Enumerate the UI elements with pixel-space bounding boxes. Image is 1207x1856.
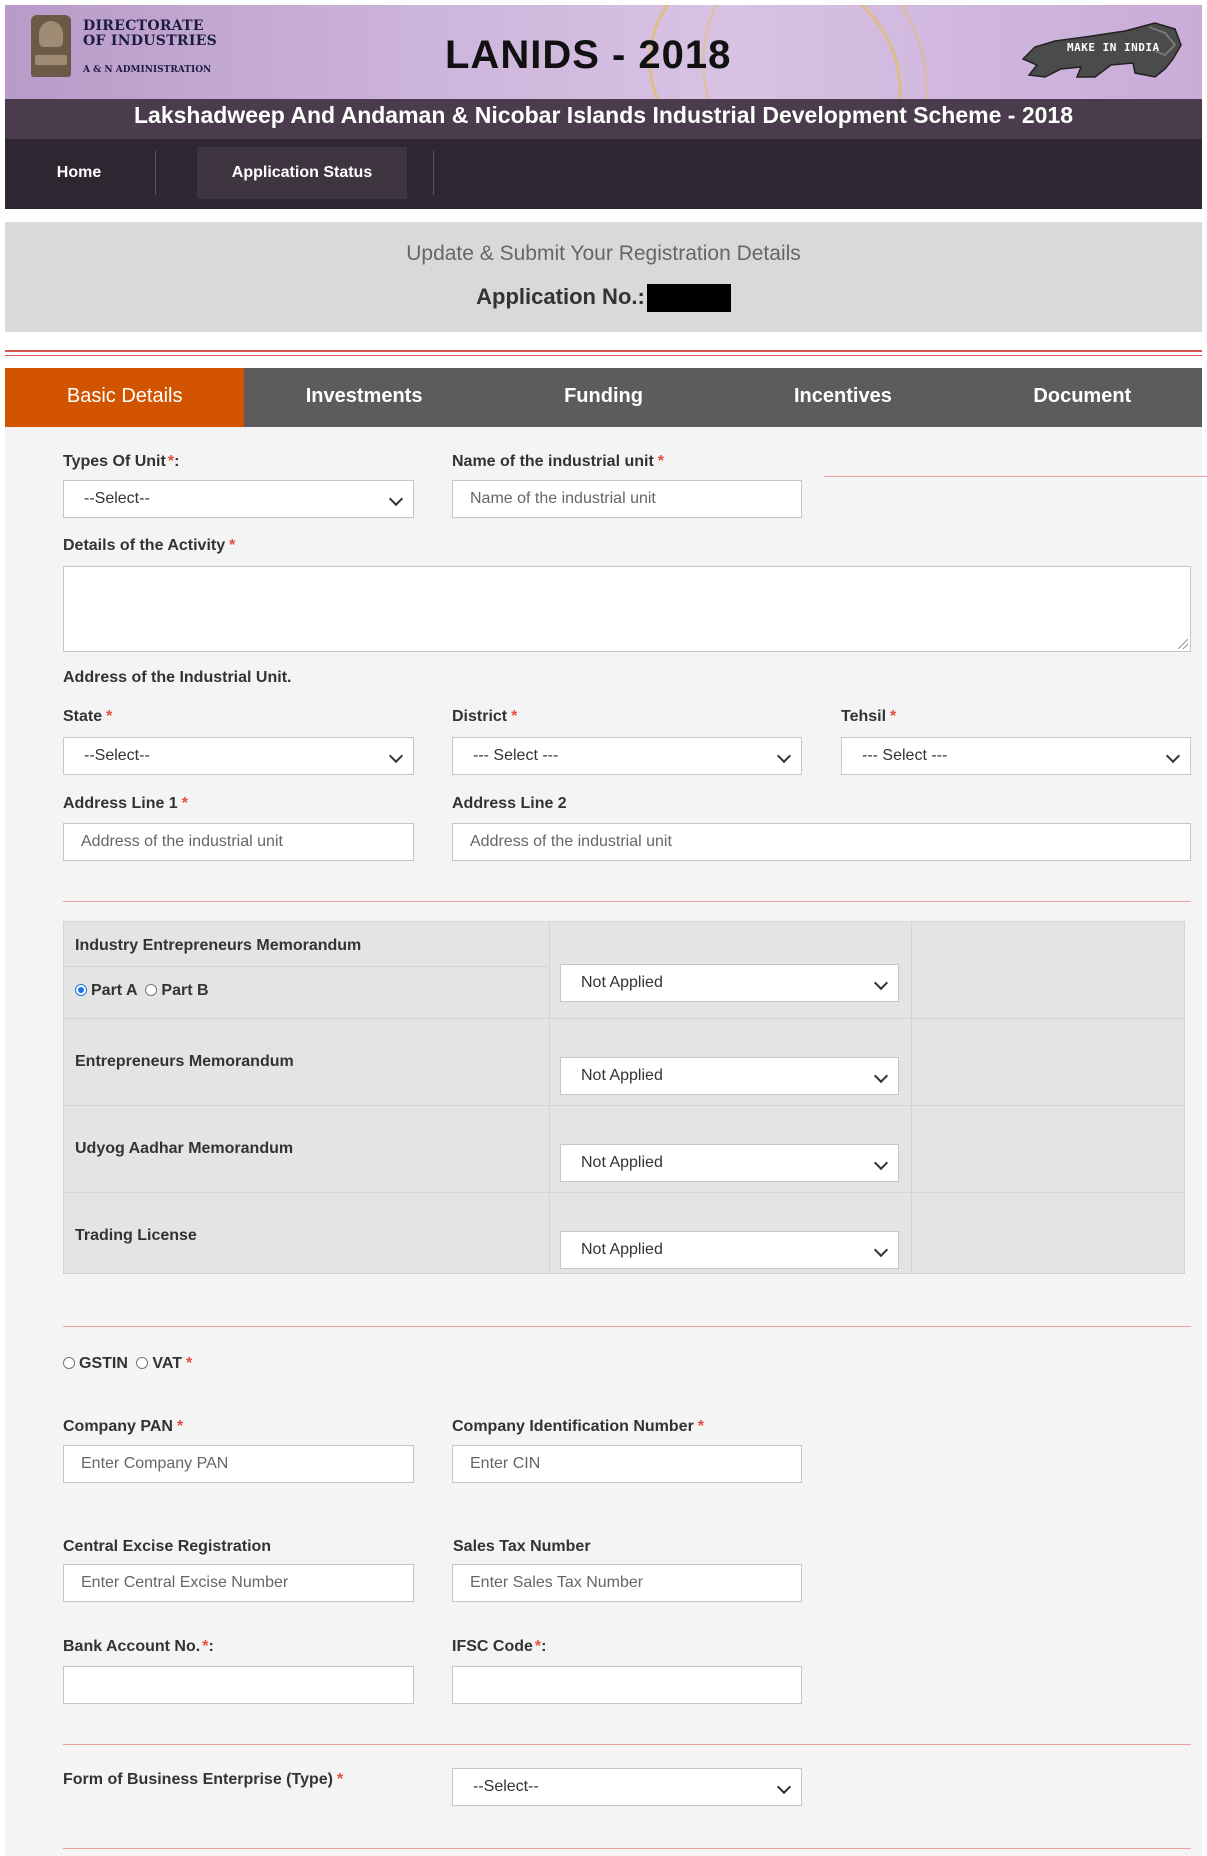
scheme-subtitle: Lakshadweep And Andaman & Nicobar Island… (5, 99, 1202, 131)
state-label: State * (63, 708, 113, 725)
district-select[interactable]: --- Select --- (452, 737, 802, 775)
company-pan-input[interactable]: Enter Company PAN (63, 1445, 414, 1483)
address-line2-input[interactable]: Address of the industrial unit (452, 823, 1191, 861)
ifsc-label: IFSC Code *: (452, 1638, 547, 1655)
udyog-aadhar-label: Udyog Aadhar Memorandum (75, 1140, 294, 1157)
sales-tax-input[interactable]: Enter Sales Tax Number (452, 1564, 802, 1602)
iem-part-radio-group: Part A Part B (75, 982, 209, 1000)
chevron-down-icon (776, 1779, 792, 1795)
application-heading: Update & Submit Your Registration Detail… (406, 242, 801, 265)
tab-investments[interactable]: Investments (244, 368, 483, 427)
trading-license-label: Trading License (75, 1227, 197, 1244)
types-of-unit-select[interactable]: --Select-- (63, 480, 414, 518)
table-divider (549, 922, 550, 1273)
header-banner: DIRECTORATE OF INDUSTRIES A & N ADMINIST… (5, 5, 1202, 99)
chevron-down-icon (1165, 748, 1181, 764)
divider (63, 901, 1191, 902)
tab-document[interactable]: Document (963, 368, 1202, 427)
application-number: Application No.: (5, 284, 1202, 313)
unit-name-label: Name of the industrial unit * (452, 453, 665, 470)
chevron-down-icon (873, 1242, 889, 1258)
state-select[interactable]: --Select-- (63, 737, 414, 775)
directorate-subtitle: A & N ADMINISTRATION (83, 65, 212, 75)
directorate-title: DIRECTORATE OF INDUSTRIES (83, 19, 217, 49)
ifsc-input[interactable] (452, 1666, 802, 1704)
central-excise-input[interactable]: Enter Central Excise Number (63, 1564, 414, 1602)
table-divider (64, 1192, 1184, 1193)
divider (63, 1848, 1191, 1849)
directorate-line1: DIRECTORATE (83, 18, 204, 34)
cin-label: Company Identification Number * (452, 1418, 705, 1435)
part-a-radio[interactable] (75, 984, 87, 996)
table-divider (911, 922, 912, 1273)
chevron-down-icon (776, 748, 792, 764)
emblem-logo (31, 15, 71, 77)
nav-divider (433, 151, 434, 195)
types-of-unit-label: Types Of Unit *: (63, 453, 180, 470)
udyog-aadhar-status-select[interactable]: Not Applied (560, 1144, 899, 1182)
table-divider (64, 1105, 1184, 1106)
scheme-title: LANIDS - 2018 (445, 33, 732, 77)
business-form-select[interactable]: --Select-- (452, 1768, 802, 1806)
nav-stripe (5, 131, 1202, 139)
resize-grip-icon[interactable] (1178, 639, 1188, 649)
business-form-label: Form of Business Enterprise (Type) * (63, 1771, 344, 1788)
nav-home[interactable]: Home (5, 147, 153, 199)
chevron-down-icon (873, 1068, 889, 1084)
chevron-down-icon (873, 975, 889, 991)
address-line1-label: Address Line 1 * (63, 795, 188, 812)
make-in-india-text: MAKE IN INDIA (1067, 41, 1160, 54)
tab-bar: Basic Details Investments Funding Incent… (5, 368, 1202, 427)
address-line2-label: Address Line 2 (452, 795, 567, 812)
table-divider (64, 966, 548, 967)
nav-divider (155, 151, 156, 195)
sales-tax-label: Sales Tax Number (453, 1538, 591, 1555)
tab-incentives[interactable]: Incentives (723, 368, 962, 427)
company-pan-label: Company PAN * (63, 1418, 184, 1435)
tab-funding[interactable]: Funding (484, 368, 723, 427)
address-heading: Address of the Industrial Unit. (63, 669, 292, 686)
chevron-down-icon (388, 491, 404, 507)
tax-type-radio-group: GSTIN VAT * (63, 1355, 192, 1373)
table-divider (64, 1018, 1184, 1019)
em-status-select[interactable]: Not Applied (560, 1057, 899, 1095)
divider (63, 1326, 1191, 1327)
divider (824, 476, 1207, 477)
bank-account-input[interactable] (63, 1666, 414, 1704)
central-excise-label: Central Excise Registration (63, 1538, 272, 1555)
district-label: District * (452, 708, 518, 725)
cin-input[interactable]: Enter CIN (452, 1445, 802, 1483)
vat-radio[interactable] (136, 1357, 149, 1369)
activity-details-textarea[interactable] (63, 566, 1191, 652)
activity-details-label: Details of the Activity * (63, 537, 236, 554)
address-line1-input[interactable]: Address of the industrial unit (63, 823, 414, 861)
application-header: Update & Submit Your Registration Detail… (5, 222, 1202, 332)
unit-name-input[interactable]: Name of the industrial unit (452, 480, 802, 518)
section-divider (5, 350, 1202, 356)
chevron-down-icon (388, 748, 404, 764)
em-label: Entrepreneurs Memorandum (75, 1053, 294, 1070)
redacted-application-number (646, 284, 731, 313)
directorate-line2: OF INDUSTRIES (83, 33, 218, 49)
tab-basic-details[interactable]: Basic Details (5, 368, 245, 427)
trading-license-status-select[interactable]: Not Applied (560, 1231, 899, 1269)
gstin-radio[interactable] (63, 1357, 75, 1369)
tehsil-label: Tehsil * (841, 708, 897, 725)
nav-application-status[interactable]: Application Status (197, 147, 407, 199)
tehsil-select[interactable]: --- Select --- (841, 737, 1191, 775)
application-number-label: Application No.: (476, 284, 645, 309)
nav-bar: Home Application Status (5, 131, 1202, 209)
chevron-down-icon (873, 1155, 889, 1171)
iem-label: Industry Entrepreneurs Memorandum (75, 937, 362, 954)
iem-status-select[interactable]: Not Applied (560, 964, 899, 1002)
divider (63, 1744, 1191, 1745)
bank-account-label: Bank Account No. *: (63, 1638, 214, 1655)
part-b-radio[interactable] (145, 984, 158, 996)
